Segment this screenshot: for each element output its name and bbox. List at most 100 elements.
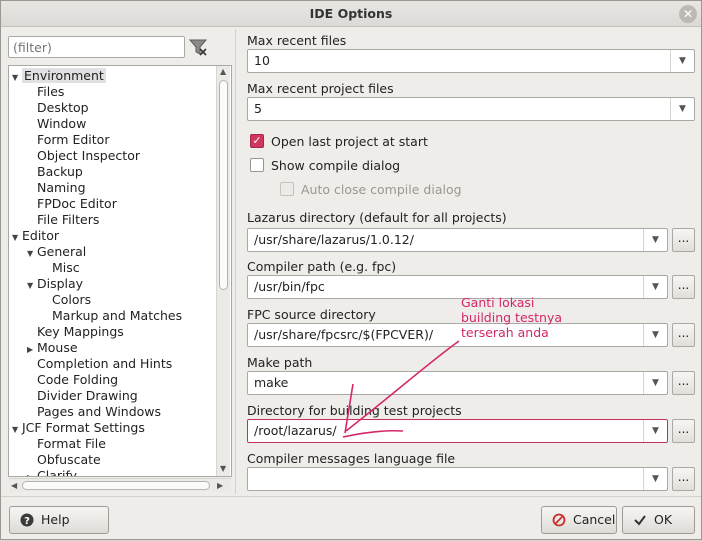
max-recent-files-label: Max recent files — [247, 33, 347, 48]
tree-item[interactable]: Desktop — [27, 100, 89, 116]
chevron-down-icon[interactable]: ▼ — [643, 276, 667, 298]
tree-horizontal-scroll-thumb[interactable] — [22, 481, 210, 490]
tree-item[interactable]: Divider Drawing — [27, 388, 138, 404]
tree-item-label: Window — [37, 116, 87, 131]
close-window-button[interactable]: ✕ — [679, 5, 697, 23]
help-button-label: Help — [41, 512, 70, 527]
tree-item-label: Naming — [37, 180, 86, 195]
fpc-source-directory-value: /usr/share/fpcsrc/$(FPCVER)/ — [254, 327, 434, 342]
cancel-button[interactable]: Cancel — [541, 506, 617, 534]
tree-item[interactable]: ▼ JCF Format Settings — [12, 420, 145, 436]
expanded-arrow-icon[interactable]: ▼ — [27, 246, 37, 262]
browse-test-build-directory-button[interactable]: ... — [672, 419, 695, 443]
make-path-value: make — [254, 375, 289, 390]
open-last-project-checkbox[interactable]: ✓ — [250, 134, 264, 148]
tree-item[interactable]: ▼ Environment — [12, 68, 106, 84]
ok-button-label: OK — [654, 512, 673, 527]
browse-compiler-messages-file-button[interactable]: ... — [672, 467, 695, 491]
tree-item-label: File Filters — [37, 212, 100, 227]
tree-item[interactable]: File Filters — [27, 212, 99, 228]
tree-item[interactable]: Format File — [27, 436, 106, 452]
tree-vertical-scrollbar[interactable]: ▲ ▼ — [216, 66, 230, 476]
clear-filter-button[interactable] — [187, 36, 209, 58]
tree-item-label: Obfuscate — [37, 452, 101, 467]
expanded-arrow-icon[interactable]: ▼ — [12, 230, 22, 246]
tree-item[interactable]: ▶ Mouse — [27, 340, 78, 356]
tree-item[interactable]: Pages and Windows — [27, 404, 161, 420]
compiler-messages-file-combo[interactable]: ▼ — [247, 467, 668, 491]
chevron-down-icon[interactable]: ▼ — [643, 372, 667, 394]
tree-item-label: Pages and Windows — [37, 404, 162, 419]
tree-item[interactable]: Naming — [27, 180, 86, 196]
make-path-combo[interactable]: make ▼ — [247, 371, 668, 395]
show-compile-dialog-label[interactable]: Show compile dialog — [271, 158, 400, 173]
chevron-down-icon[interactable]: ▼ — [670, 98, 694, 120]
ok-button[interactable]: OK — [622, 506, 695, 534]
auto-close-compile-dialog-checkbox — [280, 182, 294, 196]
chevron-down-icon[interactable]: ▼ — [643, 468, 667, 490]
scroll-down-icon[interactable]: ▼ — [220, 464, 226, 473]
test-build-directory-label: Directory for building test projects — [247, 403, 462, 418]
expanded-arrow-icon[interactable]: ▼ — [12, 422, 22, 438]
max-recent-files-combo[interactable]: 10 ▼ — [247, 49, 695, 73]
filter-input[interactable] — [8, 36, 185, 58]
scroll-right-icon[interactable]: ▶ — [217, 481, 223, 490]
help-button[interactable]: ? Help — [9, 506, 109, 534]
tree-item-label: JCF Format Settings — [22, 420, 145, 435]
tree-item[interactable]: Window — [27, 116, 86, 132]
tree-item[interactable]: Code Folding — [27, 372, 118, 388]
max-recent-files-value: 10 — [254, 53, 270, 68]
tree-item[interactable]: Markup and Matches — [42, 308, 182, 324]
expanded-arrow-icon[interactable]: ▼ — [27, 278, 37, 294]
tree-item[interactable]: Misc — [42, 260, 80, 276]
chevron-down-icon[interactable]: ▼ — [643, 229, 667, 251]
show-compile-dialog-checkbox[interactable] — [250, 158, 264, 172]
tree-item-label: Key Mappings — [37, 324, 124, 339]
tree-item[interactable]: Form Editor — [27, 132, 109, 148]
expanded-arrow-icon[interactable]: ▼ — [12, 70, 22, 86]
tree-item[interactable]: Key Mappings — [27, 324, 124, 340]
browse-fpc-source-button[interactable]: ... — [672, 323, 695, 347]
collapsed-arrow-icon[interactable]: ▶ — [27, 470, 37, 476]
lazarus-directory-combo[interactable]: /usr/share/lazarus/1.0.12/ ▼ — [247, 228, 668, 252]
max-recent-project-files-value: 5 — [254, 101, 262, 116]
browse-make-path-button[interactable]: ... — [672, 371, 695, 395]
max-recent-project-files-combo[interactable]: 5 ▼ — [247, 97, 695, 121]
tree-item-label: Display — [37, 276, 84, 291]
tree-item-label: Code Folding — [37, 372, 119, 387]
tree-item[interactable]: ▼ Editor — [12, 228, 59, 244]
compiler-path-label: Compiler path (e.g. fpc) — [247, 259, 397, 274]
tree-item-label: Desktop — [37, 100, 89, 115]
tree-item-label: Colors — [52, 292, 92, 307]
tree-horizontal-scrollbar[interactable]: ◀ ▶ — [9, 478, 231, 492]
browse-compiler-path-button[interactable]: ... — [672, 275, 695, 299]
browse-lazarus-directory-button[interactable]: ... — [672, 228, 695, 252]
chevron-down-icon[interactable]: ▼ — [643, 324, 667, 346]
tree-vertical-scroll-thumb[interactable] — [219, 80, 228, 290]
tree-item[interactable]: Obfuscate — [27, 452, 101, 468]
test-build-directory-combo[interactable]: /root/lazarus/ ▼ — [247, 419, 668, 443]
chevron-down-icon[interactable]: ▼ — [670, 50, 694, 72]
tree-item-label: Markup and Matches — [52, 308, 183, 323]
tree-item[interactable]: Colors — [42, 292, 91, 308]
svg-text:?: ? — [24, 516, 30, 527]
fpc-source-directory-combo[interactable]: /usr/share/fpcsrc/$(FPCVER)/ ▼ — [247, 323, 668, 347]
compiler-path-combo[interactable]: /usr/bin/fpc ▼ — [247, 275, 668, 299]
tree-item[interactable]: FPDoc Editor — [27, 196, 117, 212]
tree-item[interactable]: Files — [27, 84, 64, 100]
tree-item[interactable]: ▼ General — [27, 244, 86, 260]
tree-item[interactable]: ▼ Display — [27, 276, 83, 292]
lazarus-directory-value: /usr/share/lazarus/1.0.12/ — [254, 232, 414, 247]
chevron-down-icon[interactable]: ▼ — [643, 420, 667, 442]
tree-item[interactable]: Backup — [27, 164, 83, 180]
tree-item[interactable]: Completion and Hints — [27, 356, 172, 372]
tree-item[interactable]: ▶Clarify — [27, 468, 77, 476]
tree-item-label: Backup — [37, 164, 83, 179]
scroll-up-icon[interactable]: ▲ — [220, 67, 226, 76]
scroll-left-icon[interactable]: ◀ — [11, 481, 17, 490]
tree-item[interactable]: Object Inspector — [27, 148, 140, 164]
options-tree[interactable]: ▼ Environment Files Desktop Window Form Edito… — [8, 65, 232, 477]
tree-item-label: Mouse — [37, 340, 78, 355]
open-last-project-label[interactable]: Open last project at start — [271, 134, 428, 149]
panel-splitter[interactable] — [235, 29, 239, 494]
